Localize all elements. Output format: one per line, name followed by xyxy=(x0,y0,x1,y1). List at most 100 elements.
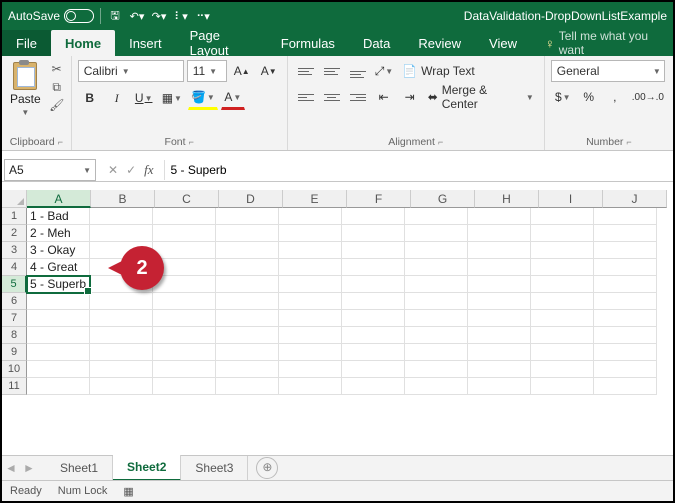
cell-B6[interactable] xyxy=(90,293,153,310)
cell-E6[interactable] xyxy=(279,293,342,310)
cell-F4[interactable] xyxy=(342,259,405,276)
cell-A7[interactable] xyxy=(27,310,90,327)
cell-B2[interactable] xyxy=(90,225,153,242)
cell-E9[interactable] xyxy=(279,344,342,361)
column-header-B[interactable]: B xyxy=(91,190,155,208)
cell-E4[interactable] xyxy=(279,259,342,276)
cell-H3[interactable] xyxy=(468,242,531,259)
row-header-10[interactable]: 10 xyxy=(2,361,27,378)
tab-page-layout[interactable]: Page Layout xyxy=(176,30,267,56)
cell-A2[interactable]: 2 - Meh xyxy=(27,225,90,242)
column-header-F[interactable]: F xyxy=(347,190,411,208)
cell-J2[interactable] xyxy=(594,225,657,242)
column-header-H[interactable]: H xyxy=(475,190,539,208)
cell-C1[interactable] xyxy=(153,208,216,225)
cell-H6[interactable] xyxy=(468,293,531,310)
cell-C8[interactable] xyxy=(153,327,216,344)
cell-D5[interactable] xyxy=(216,276,279,293)
cell-G9[interactable] xyxy=(405,344,468,361)
cell-G1[interactable] xyxy=(405,208,468,225)
sheet-nav-next-icon[interactable]: ► xyxy=(20,461,38,475)
row-header-11[interactable]: 11 xyxy=(2,378,27,395)
cell-E7[interactable] xyxy=(279,310,342,327)
dialog-launcher-icon[interactable]: ⌐ xyxy=(189,137,194,147)
row-header-8[interactable]: 8 xyxy=(2,327,27,344)
cell-J5[interactable] xyxy=(594,276,657,293)
cell-A4[interactable]: 4 - Great xyxy=(27,259,90,276)
border-button[interactable]: ▦▼ xyxy=(159,87,185,109)
percent-format-button[interactable]: % xyxy=(577,86,601,108)
cell-B7[interactable] xyxy=(90,310,153,327)
cell-G4[interactable] xyxy=(405,259,468,276)
cell-D6[interactable] xyxy=(216,293,279,310)
tab-home[interactable]: Home xyxy=(51,30,115,56)
cell-H7[interactable] xyxy=(468,310,531,327)
tell-me[interactable]: ♀ Tell me what you want xyxy=(531,30,673,56)
cell-B11[interactable] xyxy=(90,378,153,395)
customize-qat-icon[interactable]: ⠒▾ xyxy=(195,8,211,24)
autosave-toggle[interactable]: AutoSave xyxy=(8,9,94,23)
cell-D2[interactable] xyxy=(216,225,279,242)
sheet-tab-1[interactable]: Sheet1 xyxy=(46,456,113,480)
increase-decimal-icon[interactable]: .00→.0 xyxy=(629,86,667,108)
cell-G5[interactable] xyxy=(405,276,468,293)
save-icon[interactable]: 🖫 xyxy=(107,8,123,24)
cell-J1[interactable] xyxy=(594,208,657,225)
cell-F2[interactable] xyxy=(342,225,405,242)
cell-H9[interactable] xyxy=(468,344,531,361)
cell-C7[interactable] xyxy=(153,310,216,327)
cell-H8[interactable] xyxy=(468,327,531,344)
cell-A6[interactable] xyxy=(27,293,90,310)
cell-F6[interactable] xyxy=(342,293,405,310)
cell-J11[interactable] xyxy=(594,378,657,395)
dialog-launcher-icon[interactable]: ⌐ xyxy=(626,137,631,147)
tab-file[interactable]: File xyxy=(2,30,51,56)
column-header-G[interactable]: G xyxy=(411,190,475,208)
select-all-corner[interactable] xyxy=(2,190,27,208)
merge-center-button[interactable]: ⬌ Merge & Center ▼ xyxy=(424,87,538,107)
decrease-indent-icon[interactable]: ⇤ xyxy=(372,86,396,108)
cell-G3[interactable] xyxy=(405,242,468,259)
font-name-combo[interactable]: Calibri▼ xyxy=(78,60,184,82)
row-header-6[interactable]: 6 xyxy=(2,293,27,310)
cell-H4[interactable] xyxy=(468,259,531,276)
cell-A11[interactable] xyxy=(27,378,90,395)
name-box[interactable]: A5 ▼ xyxy=(4,159,96,181)
sheet-tab-2[interactable]: Sheet2 xyxy=(113,455,181,481)
cell-I8[interactable] xyxy=(531,327,594,344)
cell-B10[interactable] xyxy=(90,361,153,378)
tab-insert[interactable]: Insert xyxy=(115,30,176,56)
cell-A9[interactable] xyxy=(27,344,90,361)
cell-D7[interactable] xyxy=(216,310,279,327)
wrap-text-button[interactable]: 📄 Wrap Text xyxy=(398,61,479,81)
cell-F5[interactable] xyxy=(342,276,405,293)
column-header-D[interactable]: D xyxy=(219,190,283,208)
underline-button[interactable]: U▼ xyxy=(132,87,156,109)
cell-A1[interactable]: 1 - Bad xyxy=(27,208,90,225)
cell-C2[interactable] xyxy=(153,225,216,242)
cell-I11[interactable] xyxy=(531,378,594,395)
row-header-3[interactable]: 3 xyxy=(2,242,27,259)
cell-I4[interactable] xyxy=(531,259,594,276)
cell-F8[interactable] xyxy=(342,327,405,344)
bold-button[interactable]: B xyxy=(78,87,102,109)
tab-review[interactable]: Review xyxy=(404,30,475,56)
cell-B9[interactable] xyxy=(90,344,153,361)
column-header-I[interactable]: I xyxy=(539,190,603,208)
font-color-button[interactable]: A▼ xyxy=(221,86,245,110)
copy-icon[interactable]: ⧉ xyxy=(49,80,65,94)
cell-G8[interactable] xyxy=(405,327,468,344)
row-header-1[interactable]: 1 xyxy=(2,208,27,225)
align-middle-icon[interactable] xyxy=(320,60,344,82)
cell-I5[interactable] xyxy=(531,276,594,293)
cell-A5[interactable]: 5 - Superb xyxy=(27,276,90,293)
cell-A8[interactable] xyxy=(27,327,90,344)
accounting-format-button[interactable]: $▼ xyxy=(551,86,575,108)
cell-G11[interactable] xyxy=(405,378,468,395)
cell-G10[interactable] xyxy=(405,361,468,378)
format-painter-icon[interactable]: 🖌 xyxy=(49,98,65,112)
cell-J3[interactable] xyxy=(594,242,657,259)
cell-D11[interactable] xyxy=(216,378,279,395)
cell-G2[interactable] xyxy=(405,225,468,242)
formula-input[interactable] xyxy=(164,160,673,180)
